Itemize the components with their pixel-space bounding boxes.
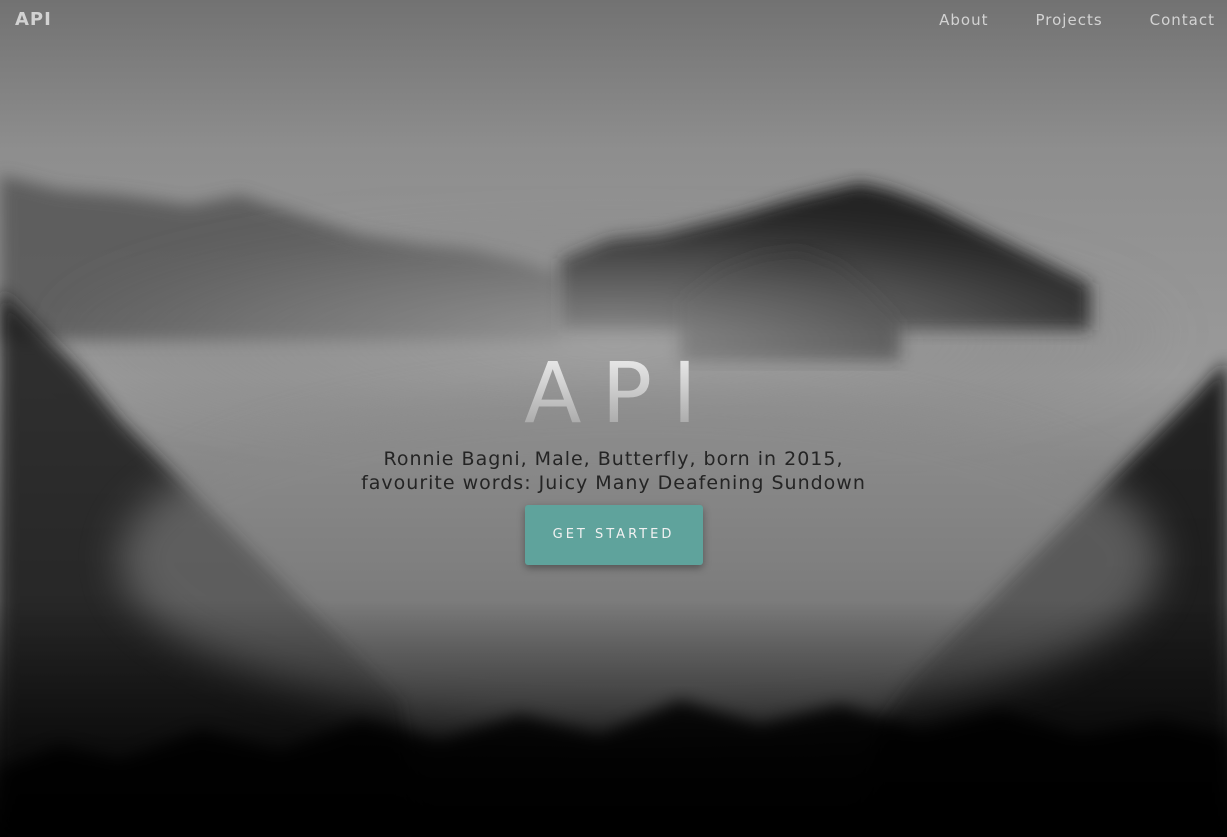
nav-links: About Projects Contact: [892, 11, 1215, 29]
hero-subtitle-line-2: favourite words: Juicy Many Deafening Su…: [361, 472, 866, 494]
hero-subtitle-line-1: Ronnie Bagni, Male, Butterfly, born in 2…: [383, 448, 844, 470]
nav-link-about[interactable]: About: [939, 11, 988, 29]
hero-subtitle: Ronnie Bagni, Male, Butterfly, born in 2…: [334, 447, 894, 495]
nav-link-contact[interactable]: Contact: [1150, 11, 1215, 29]
get-started-button[interactable]: GET STARTED: [524, 505, 703, 565]
top-navigation: API About Projects Contact: [0, 0, 1227, 42]
nav-link-projects[interactable]: Projects: [1036, 11, 1103, 29]
hero-section: API Ronnie Bagni, Male, Butterfly, born …: [0, 345, 1227, 565]
brand-logo[interactable]: API: [15, 9, 52, 30]
hero-title: API: [14, 345, 1227, 441]
